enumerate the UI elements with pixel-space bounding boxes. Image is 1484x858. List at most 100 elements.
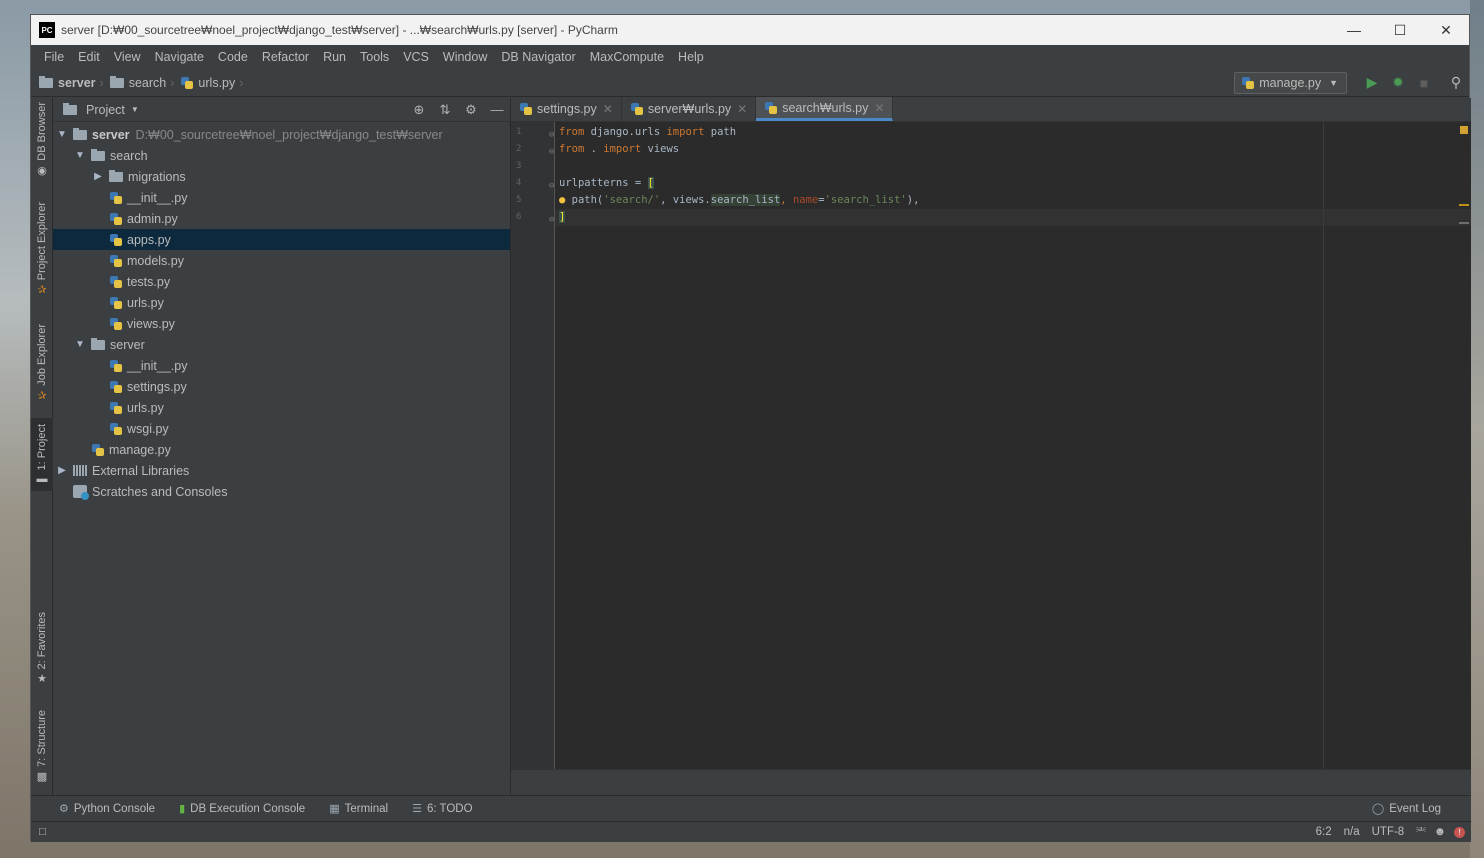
python-file-icon: [109, 191, 123, 205]
tree-item-file[interactable]: tests.py: [53, 271, 510, 292]
code-text[interactable]: from django.urls import path from . impo…: [555, 122, 1471, 769]
matched-bracket: ]: [559, 211, 566, 223]
menu-vcs[interactable]: VCS: [396, 50, 436, 64]
collapsed-arrow-icon: ▶: [94, 171, 102, 182]
todo-list-icon: ☰: [412, 803, 422, 815]
tree-item-file[interactable]: __init__.py: [53, 187, 510, 208]
matched-bracket: [: [647, 177, 654, 189]
caret-position[interactable]: 6:2: [1316, 826, 1332, 838]
status-bar: □ 6:2 n/a UTF-8 ⎃ ☻ !: [31, 821, 1471, 842]
close-tab-icon[interactable]: ✕: [737, 102, 747, 116]
close-tab-icon[interactable]: ✕: [874, 101, 884, 115]
folder-icon: [63, 102, 77, 115]
hide-panel-icon[interactable]: —: [484, 102, 510, 117]
inspector-icon[interactable]: ☻: [1434, 826, 1446, 838]
menu-file[interactable]: File: [37, 50, 71, 64]
menu-run[interactable]: Run: [316, 50, 353, 64]
tree-item-file[interactable]: urls.py: [53, 292, 510, 313]
fold-icon[interactable]: ⊖: [549, 212, 554, 229]
todo-button[interactable]: ☰ 6: TODO: [412, 802, 472, 816]
tree-item-migrations-folder[interactable]: ▶ migrations: [53, 166, 510, 187]
minimize-button[interactable]: —: [1331, 15, 1377, 45]
tree-item-file[interactable]: urls.py: [53, 397, 510, 418]
file-encoding[interactable]: UTF-8: [1372, 826, 1405, 838]
tree-item-file[interactable]: manage.py: [53, 439, 510, 460]
locate-file-icon[interactable]: ⊕: [406, 102, 432, 118]
chevron-down-icon: ▼: [1329, 77, 1338, 88]
tab-project-explorer[interactable]: Project Explorer ✰: [31, 202, 53, 296]
chevron-down-icon[interactable]: ▼: [131, 105, 139, 114]
tab-structure[interactable]: 7: Structure ▩: [31, 710, 53, 783]
gear-icon[interactable]: ⚙: [458, 102, 484, 118]
tree-item-file[interactable]: wsgi.py: [53, 418, 510, 439]
project-tree: ▼ server D:₩00_sourcetree₩noel_project₩d…: [53, 122, 510, 502]
close-window-button[interactable]: ✕: [1423, 15, 1469, 45]
breadcrumb-urls-py[interactable]: urls.py ›: [180, 76, 243, 90]
menu-help[interactable]: Help: [671, 50, 711, 64]
python-file-icon: [109, 401, 123, 415]
tree-item-server-root[interactable]: ▼ server D:₩00_sourcetree₩noel_project₩d…: [53, 124, 510, 145]
menu-window[interactable]: Window: [436, 50, 494, 64]
tree-item-file[interactable]: settings.py: [53, 376, 510, 397]
tree-item-file[interactable]: views.py: [53, 313, 510, 334]
breadcrumb-server[interactable]: server ›: [39, 75, 104, 90]
tree-item-scratches[interactable]: Scratches and Consoles: [53, 481, 510, 502]
tree-item-external-libraries[interactable]: ▶ External Libraries: [53, 460, 510, 481]
tab-favorites[interactable]: 2: Favorites ★: [31, 612, 53, 685]
menu-code[interactable]: Code: [211, 50, 255, 64]
debug-bug-icon[interactable]: ✹: [1385, 72, 1411, 94]
menu-tools[interactable]: Tools: [353, 50, 396, 64]
tree-item-server-folder[interactable]: ▼ server: [53, 334, 510, 355]
tab-db-browser[interactable]: DB Browser ◉: [31, 102, 53, 177]
expanded-arrow-icon: ▼: [57, 129, 67, 140]
caret-marker[interactable]: [1459, 222, 1469, 224]
line-separator-status[interactable]: n/a: [1344, 826, 1360, 838]
menu-edit[interactable]: Edit: [71, 50, 107, 64]
menu-refactor[interactable]: Refactor: [255, 50, 316, 64]
python-console-button[interactable]: ⚙ Python Console: [59, 802, 155, 816]
tree-item-file-selected[interactable]: apps.py: [53, 229, 510, 250]
project-view-select[interactable]: Project: [86, 103, 125, 117]
toggle-tool-windows-icon[interactable]: □: [39, 826, 46, 838]
tab-search-urls-py[interactable]: search₩urls.py ✕: [756, 97, 894, 121]
scratches-icon: [73, 485, 89, 500]
error-notification-icon[interactable]: !: [1454, 826, 1465, 838]
run-configuration-select[interactable]: manage.py ▼: [1234, 71, 1347, 94]
python-file-icon: [109, 296, 123, 310]
menu-navigate[interactable]: Navigate: [148, 50, 211, 64]
tree-item-file[interactable]: models.py: [53, 250, 510, 271]
menu-view[interactable]: View: [107, 50, 148, 64]
tab-settings-py[interactable]: settings.py ✕: [511, 97, 622, 121]
error-stripe[interactable]: [1457, 122, 1471, 769]
tab-job-explorer[interactable]: Job Explorer ✰: [31, 324, 53, 402]
read-only-lock-icon[interactable]: ⎃: [1416, 826, 1426, 839]
maxcompute-icon: ✰: [37, 284, 47, 297]
search-everywhere-icon[interactable]: ⚲: [1443, 72, 1469, 94]
warning-indicator-icon[interactable]: [1460, 126, 1468, 134]
code-editor[interactable]: 1 ⊖ 2 ⊖ 3 4 ⊖ 5 6 ⊖ from django.urls import …: [511, 122, 1471, 769]
menu-db-navigator[interactable]: DB Navigator: [494, 50, 582, 64]
tree-item-file[interactable]: admin.py: [53, 208, 510, 229]
menu-maxcompute[interactable]: MaxCompute: [583, 50, 671, 64]
expanded-arrow-icon: ▼: [75, 150, 85, 161]
tree-item-file[interactable]: __init__.py: [53, 355, 510, 376]
warning-marker[interactable]: [1459, 204, 1469, 206]
line-number: 6: [516, 212, 522, 222]
collapse-all-icon[interactable]: ⇅: [432, 102, 458, 118]
stop-icon[interactable]: ■: [1411, 72, 1437, 94]
run-icon[interactable]: ▶: [1359, 72, 1385, 94]
tab-server-urls-py[interactable]: server₩urls.py ✕: [622, 97, 757, 121]
maximize-button[interactable]: ☐: [1377, 15, 1423, 45]
event-log-button[interactable]: ◯ Event Log: [1372, 802, 1441, 816]
terminal-button[interactable]: ▦ Terminal: [329, 802, 388, 816]
breadcrumb-search[interactable]: search ›: [109, 75, 174, 90]
tab-project[interactable]: 1: Project ▬: [31, 418, 53, 492]
close-tab-icon[interactable]: ✕: [603, 102, 613, 116]
maxcompute-icon: ✰: [37, 389, 47, 402]
right-margin-guide: [1323, 122, 1324, 769]
project-panel-header: Project ▼ ⊕ ⇅ ⚙ —: [53, 98, 510, 122]
collapsed-arrow-icon: ▶: [58, 465, 66, 476]
tree-item-search-folder[interactable]: ▼ search: [53, 145, 510, 166]
db-execution-console-button[interactable]: ▮ DB Execution Console: [179, 802, 305, 816]
